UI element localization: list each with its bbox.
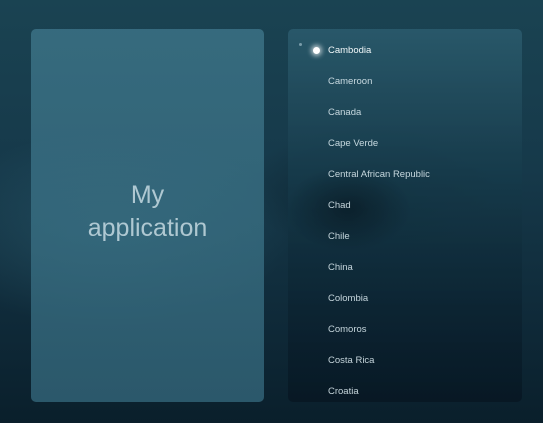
list-item-country[interactable]: Central African Republic	[288, 159, 522, 190]
list-item-country[interactable]: Canada	[288, 97, 522, 128]
list-item-country[interactable]: Croatia	[288, 376, 522, 402]
list-item-label: Cape Verde	[328, 138, 379, 149]
list-item-country[interactable]: China	[288, 252, 522, 283]
application-title-line-1: My	[130, 181, 165, 209]
list-item-label: Croatia	[328, 386, 359, 397]
application-title: My application	[31, 179, 264, 245]
list-item-country[interactable]: Cameroon	[288, 66, 522, 97]
country-list-panel[interactable]: Cambodia Cameroon Canada Cape Verde Cent…	[288, 29, 522, 402]
list-item-label: Costa Rica	[328, 355, 375, 366]
list-item-label: Canada	[328, 107, 362, 118]
list-item-country[interactable]: Chad	[288, 190, 522, 221]
application-panel: My application	[31, 29, 264, 402]
list-item-label: China	[328, 262, 353, 273]
list-item-label: Cameroon	[328, 76, 373, 87]
list-item-country[interactable]: Costa Rica	[288, 345, 522, 376]
list-item-country[interactable]: Colombia	[288, 283, 522, 314]
current-item-indicator	[313, 47, 320, 54]
list-item-label: Comoros	[328, 324, 367, 335]
application-title-line-2: application	[87, 214, 208, 242]
list-item-label: Central African Republic	[328, 169, 430, 180]
list-item-country[interactable]: Cape Verde	[288, 128, 522, 159]
list-item-country[interactable]: Comoros	[288, 314, 522, 345]
list-item-label: Cambodia	[328, 45, 372, 56]
list-item-label: Chad	[328, 200, 351, 211]
list-item-label: Colombia	[328, 293, 369, 304]
list-item-country[interactable]: Cambodia	[288, 35, 522, 66]
list-item-label: Chile	[328, 231, 350, 242]
country-list: Cambodia Cameroon Canada Cape Verde Cent…	[288, 35, 522, 402]
list-item-country[interactable]: Chile	[288, 221, 522, 252]
